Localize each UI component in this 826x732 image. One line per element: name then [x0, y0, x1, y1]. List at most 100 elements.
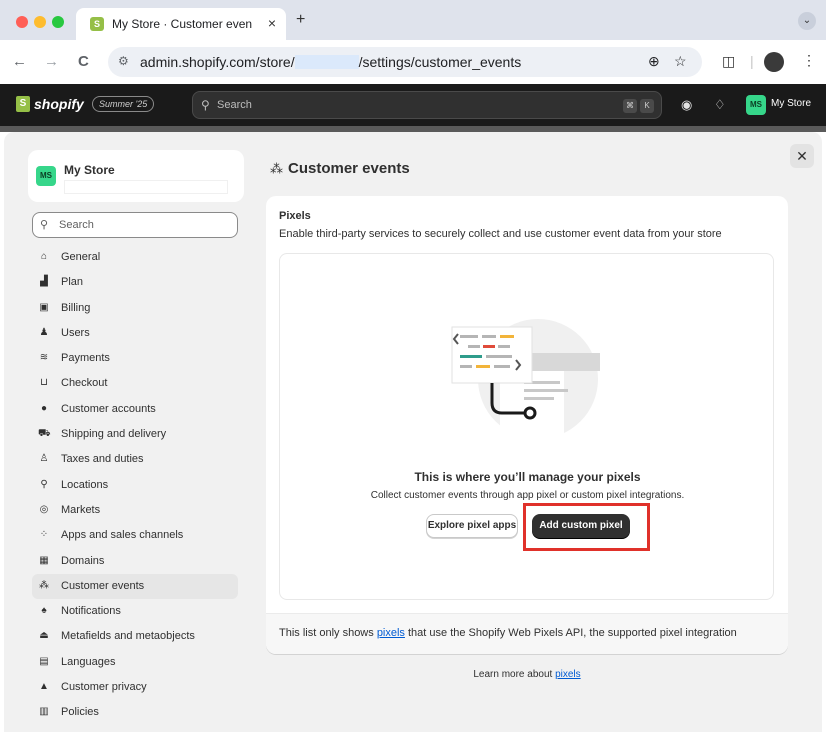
reload-button[interactable]: C: [78, 53, 89, 70]
sidebar-item-payments[interactable]: ≋ Payments: [32, 346, 238, 371]
browser-tab[interactable]: S My Store · Customer events · ×: [76, 8, 286, 40]
settings-nav: ⌂ General ▟ Plan ▣ Billing ♟ Users ≋ Payments ⊔ Che…: [32, 245, 238, 726]
sidebar-item-general[interactable]: ⌂ General: [32, 245, 238, 270]
payments-icon: ≋: [39, 352, 49, 364]
shortcut-key-k: K: [640, 99, 654, 113]
empty-state: This is where you’ll manage your pixels …: [279, 253, 774, 600]
store-card[interactable]: MS My Store: [28, 150, 244, 202]
languages-icon: ▤: [39, 655, 49, 667]
sidebar-item-customer-privacy[interactable]: ▲ Customer privacy: [32, 675, 238, 700]
bookmark-star-icon[interactable]: ☆: [674, 53, 687, 70]
close-window-button[interactable]: [16, 16, 28, 28]
sidebar-item-taxes-and-duties[interactable]: ♙ Taxes and duties: [32, 447, 238, 472]
pixels-card: Pixels Enable third-party services to se…: [266, 196, 788, 654]
store-card-name: My Store: [64, 163, 115, 177]
minimize-window-button[interactable]: [34, 16, 46, 28]
top-search-input[interactable]: ⚲ Search ⌘ K: [192, 91, 662, 119]
truck-icon: ⛟: [38, 428, 51, 440]
sidebar-item-shipping-and-delivery[interactable]: ⛟ Shipping and delivery: [32, 422, 238, 447]
page-title: Customer events: [288, 160, 410, 177]
sidebar-item-label: Checkout: [61, 377, 108, 390]
sidebar-item-label: Plan: [61, 276, 84, 289]
profile-avatar[interactable]: [764, 52, 784, 72]
url-input[interactable]: ⚙ admin.shopify.com/store//settings/cust…: [108, 47, 702, 77]
sidebar-item-customer-accounts[interactable]: ● Customer accounts: [32, 397, 238, 422]
sidebar-item-languages[interactable]: ▤ Languages: [32, 650, 238, 675]
maximize-window-button[interactable]: [52, 16, 64, 28]
shopify-logo-icon[interactable]: S: [16, 96, 30, 112]
sidebar-item-plan[interactable]: ▟ Plan: [32, 270, 238, 295]
sidebar-item-label: Metafields and metaobjects: [61, 630, 195, 643]
sidebar-item-label: Policies: [61, 706, 99, 719]
browser-tab-bar: S My Store · Customer events · × + ⌄: [0, 0, 826, 40]
sidebar-item-label: Languages: [61, 655, 116, 668]
sidebar-item-locations[interactable]: ⚲ Locations: [32, 473, 238, 498]
sidebar-item-label: General: [61, 251, 101, 263]
season-badge[interactable]: Summer '25: [92, 96, 155, 112]
sidebar-item-label: Customer events: [61, 579, 145, 592]
tab-search-button[interactable]: ⌄: [798, 12, 816, 30]
notifications-bell-icon[interactable]: ♢: [714, 97, 726, 113]
policies-icon: ▥: [39, 706, 49, 718]
search-icon: ⚲: [40, 219, 49, 231]
bell-icon: ♠: [41, 605, 47, 617]
sidebar-item-notifications[interactable]: ♠ Notifications: [32, 599, 238, 624]
sidebar-item-label: Locations: [61, 478, 109, 491]
forward-button[interactable]: →: [44, 53, 59, 70]
redacted-block: [64, 180, 228, 194]
close-settings-button[interactable]: ✕: [790, 144, 814, 168]
sidebar-item-label: Payments: [61, 352, 110, 365]
sidebar-item-label: Domains: [61, 554, 105, 567]
back-button[interactable]: ←: [12, 53, 27, 70]
shopify-top-bar: S shopify Summer '25 ⚲ Search ⌘ K ◉ ♢ MS…: [0, 84, 826, 126]
sidebar-item-policies[interactable]: ▥ Policies: [32, 700, 238, 725]
empty-state-description: Collect customer events through app pixe…: [370, 490, 685, 501]
sidebar-item-metafields-and-metaobjects[interactable]: ⏏ Metafields and metaobjects: [32, 624, 238, 649]
sidebar-item-checkout[interactable]: ⊔ Checkout: [32, 371, 238, 396]
pixels-card-subtitle: Enable third-party services to securely …: [279, 228, 722, 240]
new-tab-button[interactable]: +: [296, 11, 305, 29]
sidebar-item-customer-events[interactable]: ⁂ Customer events: [32, 573, 238, 600]
sidebar-item-billing[interactable]: ▣ Billing: [32, 296, 238, 321]
tab-close-icon[interactable]: ×: [268, 15, 276, 31]
tab-title: My Store · Customer events ·: [112, 17, 252, 31]
url-text: admin.shopify.com/store//settings/custom…: [140, 54, 522, 70]
sidebar-item-markets[interactable]: ◎ Markets: [32, 498, 238, 523]
store-avatar[interactable]: MS: [746, 95, 766, 115]
pixels-card-title: Pixels: [279, 210, 311, 222]
sidebar-item-apps-and-sales-channels[interactable]: ⁘ Apps and sales channels: [32, 523, 238, 548]
toolbar-divider: |: [750, 53, 754, 69]
empty-state-heading: This is where you’ll manage your pixels: [414, 470, 641, 484]
zoom-icon[interactable]: ⊕: [648, 53, 660, 70]
store-menu-label[interactable]: My Store: [771, 98, 811, 109]
store-icon: ⌂: [40, 251, 48, 262]
explore-pixel-apps-button[interactable]: Explore pixel apps: [426, 514, 518, 538]
domains-icon: ▦: [39, 554, 49, 566]
lock-icon: ▲: [39, 681, 49, 693]
location-icon: ⚲: [40, 478, 48, 490]
site-settings-icon[interactable]: ⚙: [118, 54, 129, 68]
sidebar-item-label: Markets: [61, 503, 101, 516]
sidebar-item-domains[interactable]: ▦ Domains: [32, 549, 238, 574]
pixels-link[interactable]: pixels: [377, 627, 405, 639]
shopify-favicon-icon: S: [90, 17, 104, 31]
metafields-icon: ⏏: [39, 630, 49, 642]
globe-icon: ◎: [39, 503, 49, 515]
settings-search-placeholder: Search: [59, 219, 94, 231]
sidebar-item-users[interactable]: ♟ Users: [32, 321, 238, 346]
learn-more-pixels-link[interactable]: pixels: [555, 669, 581, 680]
shopify-wordmark[interactable]: shopify: [34, 96, 84, 112]
learn-more-text: Learn more about pixels: [473, 669, 581, 680]
extensions-icon[interactable]: ◫: [722, 53, 735, 70]
add-custom-pixel-button[interactable]: Add custom pixel: [532, 514, 630, 538]
sidebar-item-label: Users: [61, 326, 90, 339]
sidekick-icon[interactable]: ◉: [681, 97, 692, 113]
pixels-illustration-icon: [451, 319, 600, 441]
browser-menu-icon[interactable]: ⋮: [802, 52, 816, 69]
sidebar-item-label: Taxes and duties: [61, 453, 144, 466]
pixels-card-footer: This list only shows pixels that use the…: [266, 613, 788, 654]
settings-search-input[interactable]: ⚲ Search: [32, 212, 238, 238]
search-icon: ⚲: [201, 98, 210, 112]
sidebar-item-label: Customer privacy: [61, 681, 147, 694]
customer-events-icon: ⁂: [270, 161, 283, 176]
